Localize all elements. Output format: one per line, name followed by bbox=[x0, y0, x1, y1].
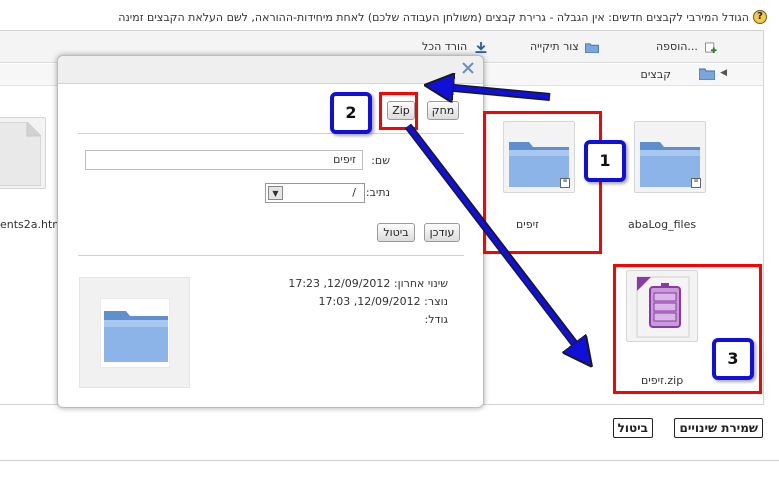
download-all-label: הורד הכל bbox=[422, 40, 468, 53]
file-menu-icon[interactable]: ≡ bbox=[691, 178, 701, 188]
step-badge-2: 2 bbox=[330, 92, 372, 134]
chevron-down-icon: ▼ bbox=[268, 186, 283, 200]
breadcrumb-files-link[interactable]: קבצים bbox=[641, 68, 671, 81]
file-preview bbox=[79, 277, 190, 388]
modified-date: שינוי אחרון: 12/09/2012, 17:23 bbox=[288, 277, 448, 290]
add-file-label: הוספה... bbox=[656, 40, 698, 53]
divider bbox=[78, 133, 464, 134]
document-icon bbox=[0, 122, 41, 186]
folder-icon bbox=[104, 311, 168, 362]
file-details-dialog: מחק Zip שם: זיפים נתיב: ▼ / עודכן ביטול … bbox=[57, 55, 484, 408]
path-select-value: / bbox=[352, 186, 356, 199]
file-size: גודל: bbox=[424, 313, 449, 326]
breadcrumb-folder-icon bbox=[699, 68, 715, 80]
delete-button[interactable]: מחק bbox=[427, 101, 459, 120]
help-icon[interactable]: ? bbox=[753, 10, 767, 24]
add-file-button[interactable]: הוספה... bbox=[656, 40, 718, 53]
notice-text: הגודל המירבי לקבצים חדשים: אין הגבלה - ג… bbox=[118, 11, 749, 24]
path-label: נתיב: bbox=[365, 186, 390, 199]
add-file-icon bbox=[705, 41, 717, 53]
step-badge-3: 3 bbox=[712, 338, 754, 380]
create-folder-button[interactable]: צור תיקייה bbox=[530, 40, 600, 53]
breadcrumb-arrow-icon: ◀ bbox=[720, 68, 727, 78]
file-tile-html[interactable] bbox=[0, 117, 46, 189]
dialog-header bbox=[58, 56, 483, 84]
file-tile-abalog-folder[interactable]: ≡ bbox=[634, 121, 706, 193]
name-field[interactable]: זיפים bbox=[85, 150, 363, 170]
update-button[interactable]: עודכן bbox=[424, 223, 460, 242]
download-all-button[interactable]: הורד הכל bbox=[422, 40, 488, 53]
preview-frame bbox=[100, 298, 170, 368]
dialog-cancel-button[interactable]: ביטול bbox=[377, 223, 415, 242]
divider bbox=[0, 460, 779, 461]
save-changes-button[interactable]: שמירת שינויים bbox=[674, 418, 763, 438]
created-date: נוצר: 12/09/2012, 17:03 bbox=[318, 295, 448, 308]
name-label: שם: bbox=[371, 154, 390, 167]
path-select[interactable]: ▼ / bbox=[265, 183, 365, 203]
step-badge-1: 1 bbox=[584, 140, 626, 182]
folder-add-icon bbox=[585, 42, 600, 53]
highlight-box-folder bbox=[483, 111, 602, 254]
close-icon[interactable] bbox=[461, 61, 475, 75]
cancel-button[interactable]: ביטול bbox=[612, 418, 653, 438]
divider bbox=[78, 255, 464, 256]
create-folder-label: צור תיקייה bbox=[530, 40, 579, 53]
file-label: abaLog_files bbox=[628, 218, 697, 231]
page-actions: שמירת שינויים ביטול bbox=[612, 418, 763, 438]
upload-notice: הגודל המירבי לקבצים חדשים: אין הגבלה - ג… bbox=[0, 8, 771, 30]
download-icon bbox=[475, 41, 487, 53]
highlight-box-zip bbox=[379, 92, 418, 130]
